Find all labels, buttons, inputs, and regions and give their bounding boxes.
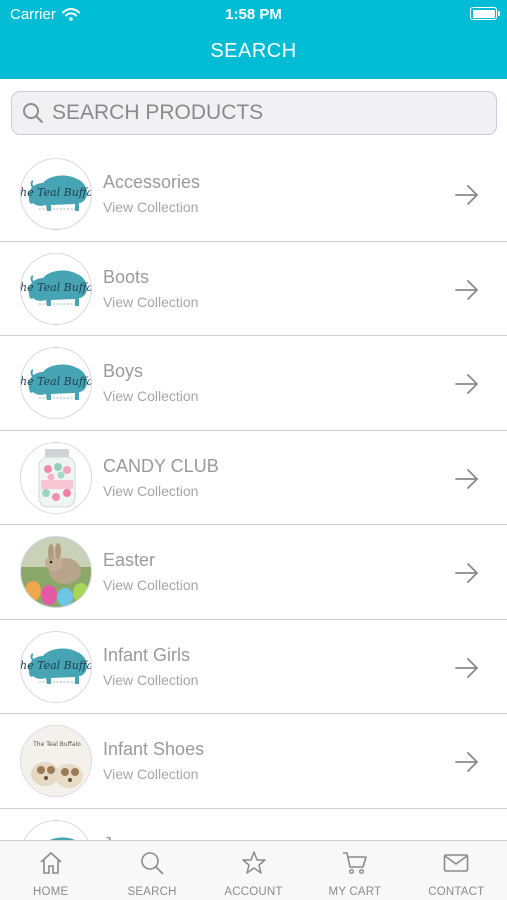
search-icon (139, 851, 165, 880)
collection-thumbnail (20, 441, 92, 514)
view-collection-link[interactable]: View Collection (103, 294, 198, 310)
collection-row[interactable]: The Teal Buffalo Jeans View Collection (0, 809, 507, 840)
collection-title: Infant Girls (103, 644, 191, 665)
collection-thumbnail: The Teal Buffalo (20, 347, 92, 419)
collection-title: Easter (103, 550, 156, 570)
logo-text: The Teal Buffalo (21, 659, 92, 672)
tab-label: MY CART (328, 886, 382, 898)
cart-icon (342, 851, 368, 880)
logo-text: The Teal Buffalo (21, 281, 92, 294)
collection-row[interactable]: The Teal Buffalo Infant Shoes View Colle… (0, 714, 507, 809)
tab-label: HOME (33, 886, 69, 898)
view-collection-link[interactable]: View Collection (103, 672, 198, 688)
tab-bar: HOME SEARCH ACCOUNT MY CART CONTACT (0, 840, 507, 900)
status-bar: Carrier 1:58 PM (0, 0, 507, 28)
mail-icon (443, 851, 469, 880)
collection-thumbnail: The Teal Buffalo (20, 252, 92, 325)
arrow-right-icon[interactable] (454, 466, 480, 497)
star-icon (241, 851, 267, 880)
collection-row[interactable]: Easter View Collection (0, 525, 507, 620)
view-collection-link[interactable]: View Collection (103, 577, 198, 593)
view-collection-link[interactable]: View Collection (103, 766, 198, 782)
collection-row[interactable]: CANDY CLUB View Collection (0, 431, 507, 525)
arrow-right-icon[interactable] (454, 277, 480, 308)
arrow-right-icon[interactable] (454, 655, 480, 686)
tab-search[interactable]: SEARCH (101, 841, 202, 900)
collection-thumbnail: The Teal Buffalo (20, 819, 92, 840)
tab-label: ACCOUNT (224, 886, 283, 898)
arrow-right-icon[interactable] (454, 560, 480, 591)
tab-home[interactable]: HOME (0, 841, 101, 900)
logo-text: The Teal Buffalo (21, 375, 92, 388)
tab-label: SEARCH (127, 886, 177, 898)
home-icon (38, 851, 64, 880)
collection-list: The Teal Buffalo Accessories View Collec… (0, 147, 507, 840)
view-collection-link[interactable]: View Collection (103, 388, 198, 404)
tab-label: CONTACT (428, 886, 485, 898)
collection-title: Boys (103, 361, 144, 381)
collection-thumbnail (20, 536, 92, 608)
collection-title: Infant Shoes (103, 739, 205, 759)
search-input[interactable] (52, 101, 472, 125)
collection-thumbnail: The Teal Buffalo (20, 725, 92, 797)
collection-title: Boots (103, 266, 150, 287)
collection-row[interactable]: The Teal Buffalo Boots View Collection (0, 242, 507, 336)
app-header: Carrier 1:58 PM SEARCH (0, 0, 507, 79)
collection-thumbnail: The Teal Buffalo (20, 158, 92, 230)
search-bar[interactable] (11, 91, 497, 135)
page-title: SEARCH (210, 40, 297, 62)
collection-row[interactable]: The Teal Buffalo Boys View Collection (0, 336, 507, 431)
logo-text-small: The Teal Buffalo (32, 741, 81, 748)
view-collection-link[interactable]: View Collection (103, 199, 198, 215)
collection-row[interactable]: The Teal Buffalo Infant Girls View Colle… (0, 620, 507, 714)
arrow-right-icon[interactable] (454, 749, 480, 780)
status-time: 1:58 PM (225, 6, 282, 23)
arrow-right-icon[interactable] (454, 371, 480, 402)
arrow-right-icon[interactable] (454, 182, 480, 213)
logo-text: The Teal Buffalo (21, 186, 92, 199)
search-icon (23, 103, 43, 123)
collection-row[interactable]: The Teal Buffalo Accessories View Collec… (0, 147, 507, 242)
tab-my-cart[interactable]: MY CART (304, 841, 405, 900)
collection-title: Accessories (103, 172, 201, 192)
battery-icon (470, 7, 500, 20)
tab-contact[interactable]: CONTACT (406, 841, 507, 900)
tab-account[interactable]: ACCOUNT (203, 841, 304, 900)
collection-thumbnail: The Teal Buffalo (20, 630, 92, 703)
view-collection-link[interactable]: View Collection (103, 483, 198, 499)
collection-title: CANDY CLUB (103, 455, 219, 476)
